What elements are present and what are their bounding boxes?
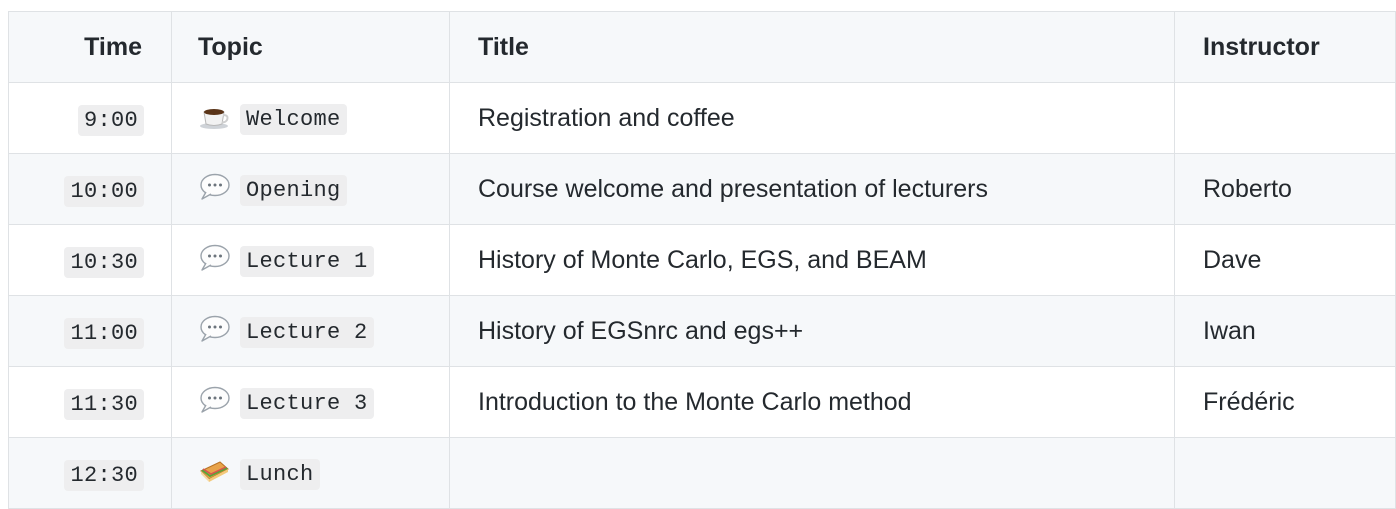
- time-code: 11:00: [64, 317, 144, 349]
- title-cell: History of Monte Carlo, EGS, and BEAM: [449, 224, 1175, 296]
- speech-bubble-icon: [198, 173, 230, 201]
- table-row: 10:30 Lecture 1 History of Monte Carlo, …: [8, 224, 1396, 296]
- time-code: 11:30: [64, 388, 144, 420]
- topic-cell: Welcome: [171, 82, 450, 154]
- time-cell: 11:00: [8, 295, 172, 367]
- table-row: 12:30 Lunch: [8, 437, 1396, 509]
- time-cell: 11:30: [8, 366, 172, 438]
- topic-code: Opening: [240, 175, 347, 207]
- title-cell: [449, 437, 1175, 509]
- topic-cell: Lecture 3: [171, 366, 450, 438]
- topic-cell: Lecture 1: [171, 224, 450, 296]
- time-cell: 12:30: [8, 437, 172, 509]
- schedule-table: Time Topic Title Instructor 9:00 Welcome…: [8, 11, 1396, 509]
- title-cell: Course welcome and presentation of lectu…: [449, 153, 1175, 225]
- time-code: 10:00: [64, 175, 144, 207]
- topic-cell: Lecture 2: [171, 295, 450, 367]
- title-cell: Introduction to the Monte Carlo method: [449, 366, 1175, 438]
- title-cell: Registration and coffee: [449, 82, 1175, 154]
- time-code: 10:30: [64, 246, 144, 278]
- topic-code: Welcome: [240, 104, 347, 136]
- speech-bubble-icon: [198, 315, 230, 343]
- topic-code: Lunch: [240, 459, 320, 491]
- schedule-table-wrapper: Time Topic Title Instructor 9:00 Welcome…: [8, 11, 1396, 509]
- time-code: 9:00: [77, 104, 144, 136]
- table-row: 11:00 Lecture 2 History of EGSnrc and eg…: [8, 295, 1396, 367]
- speech-bubble-icon: [198, 386, 230, 414]
- speech-bubble-icon: [198, 244, 230, 272]
- topic-code: Lecture 3: [240, 388, 374, 420]
- table-header-row: Time Topic Title Instructor: [8, 11, 1396, 83]
- topic-code: Lecture 1: [240, 246, 374, 278]
- header-instructor: Instructor: [1174, 11, 1396, 83]
- time-cell: 10:30: [8, 224, 172, 296]
- table-row: 10:00 Opening Course welcome and present…: [8, 153, 1396, 225]
- time-code: 12:30: [64, 459, 144, 491]
- instructor-cell: Dave: [1174, 224, 1396, 296]
- table-row: 9:00 Welcome Registration and coffee: [8, 82, 1396, 154]
- header-time: Time: [8, 11, 172, 83]
- coffee-icon: [198, 102, 230, 130]
- instructor-cell: Iwan: [1174, 295, 1396, 367]
- instructor-cell: Frédéric: [1174, 366, 1396, 438]
- time-cell: 9:00: [8, 82, 172, 154]
- topic-code: Lecture 2: [240, 317, 374, 349]
- title-cell: History of EGSnrc and egs++: [449, 295, 1175, 367]
- instructor-cell: [1174, 437, 1396, 509]
- topic-cell: Lunch: [171, 437, 450, 509]
- table-row: 11:30 Lecture 3 Introduction to the Mont…: [8, 366, 1396, 438]
- topic-cell: Opening: [171, 153, 450, 225]
- time-cell: 10:00: [8, 153, 172, 225]
- instructor-cell: [1174, 82, 1396, 154]
- header-title: Title: [449, 11, 1175, 83]
- sandwich-icon: [198, 457, 230, 485]
- header-topic: Topic: [171, 11, 450, 83]
- instructor-cell: Roberto: [1174, 153, 1396, 225]
